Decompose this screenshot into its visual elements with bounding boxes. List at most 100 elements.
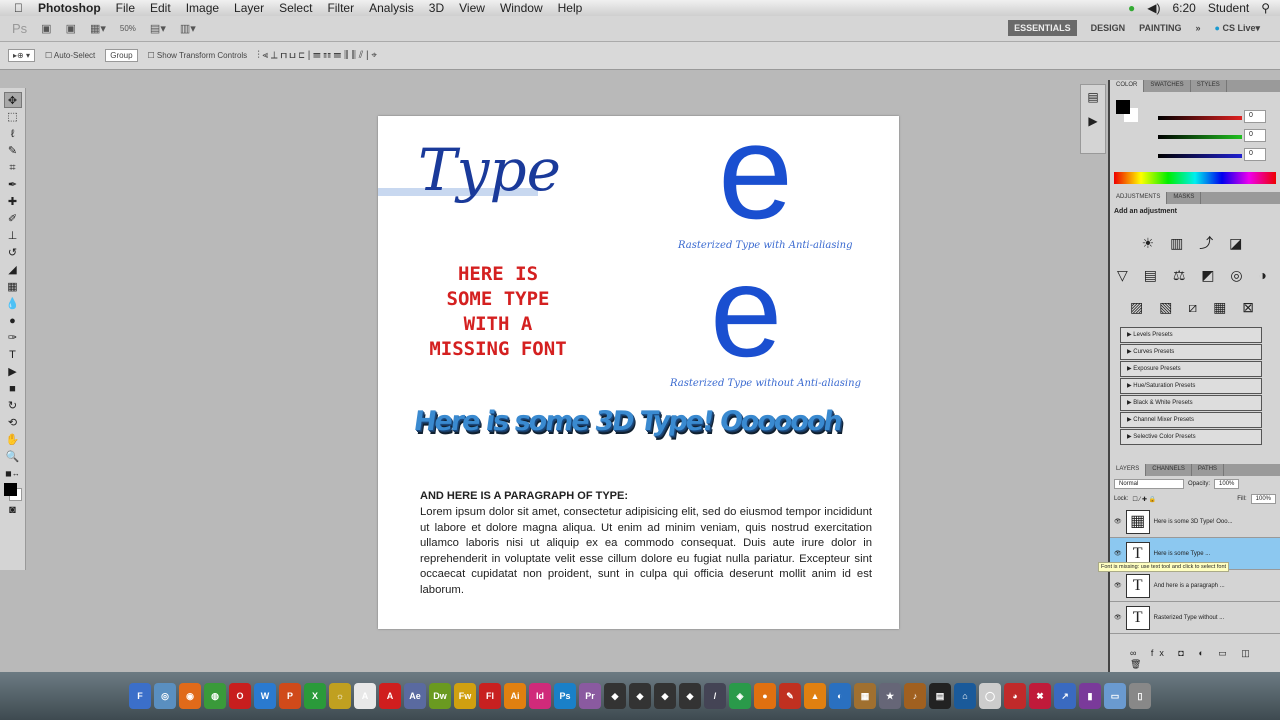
dock-app-icon[interactable]: ✎ — [779, 683, 801, 709]
dock-app-icon[interactable]: X — [304, 683, 326, 709]
stamp-tool-icon[interactable]: ⊥ — [4, 228, 22, 244]
arrange-icon[interactable]: ▤▾ — [150, 22, 166, 35]
menu-view[interactable]: View — [459, 1, 485, 15]
workspace-essentials[interactable]: ESSENTIALS — [1008, 20, 1077, 36]
dock-app-icon[interactable]: Fl — [479, 683, 501, 709]
volume-icon[interactable]: ◀) — [1147, 1, 1160, 15]
apple-icon[interactable]:  — [14, 1, 23, 15]
adjustment-row-3[interactable]: ▨ ▧ ⧄ ▦ ⊠ — [1110, 291, 1280, 323]
blend-mode-select[interactable]: Normal — [1114, 479, 1184, 489]
dock-app-icon[interactable]: ◕ — [1004, 683, 1026, 709]
eye-icon[interactable]: 👁 — [1114, 518, 1122, 525]
layers-footer-icons[interactable]: ∞ fx ◘ ◐ ▭ ◫ 🗑 — [1130, 648, 1280, 670]
hand-tool-icon[interactable]: ✋ — [4, 432, 22, 448]
cs-live-button[interactable]: ● CS Live▾ — [1215, 23, 1261, 34]
tab-color[interactable]: COLOR — [1110, 80, 1145, 92]
user-name[interactable]: Student — [1208, 1, 1249, 15]
marquee-tool-icon[interactable]: ⬚ — [4, 109, 22, 125]
tab-paths[interactable]: PATHS — [1192, 464, 1225, 476]
history-panel-icon[interactable]: ▤ — [1081, 85, 1105, 109]
dock-app-icon[interactable]: P — [279, 683, 301, 709]
menu-select[interactable]: Select — [279, 1, 312, 15]
tab-swatches[interactable]: SWATCHES — [1144, 80, 1191, 92]
dock-app-icon[interactable]: Fw — [454, 683, 476, 709]
menu-edit[interactable]: Edit — [150, 1, 171, 15]
eyedropper-tool-icon[interactable]: ✒ — [4, 177, 22, 193]
value-g[interactable]: 0 — [1244, 129, 1266, 142]
menu-3d[interactable]: 3D — [429, 1, 444, 15]
dock-app-icon[interactable]: A — [354, 683, 376, 709]
pen-tool-icon[interactable]: ✑ — [4, 330, 22, 346]
dock-app-icon[interactable]: W — [254, 683, 276, 709]
show-transform-checkbox[interactable]: ☐ Show Transform Controls — [148, 51, 248, 60]
brush-tool-icon[interactable]: ✐ — [4, 211, 22, 227]
slider-r[interactable] — [1158, 116, 1242, 120]
dock-app-icon[interactable]: Pr — [579, 683, 601, 709]
dock-app-icon[interactable]: Ps — [554, 683, 576, 709]
actions-panel-icon[interactable]: ▶ — [1081, 109, 1105, 133]
blur-tool-icon[interactable]: 💧 — [4, 296, 22, 312]
path-select-tool-icon[interactable]: ▶ — [4, 364, 22, 380]
dock-app-icon[interactable]: ◎ — [154, 683, 176, 709]
eye-icon[interactable]: 👁 — [1114, 614, 1122, 621]
lasso-tool-icon[interactable]: ℓ — [4, 126, 22, 142]
type-tool-icon[interactable]: T — [4, 347, 22, 363]
screen-mode-icon[interactable]: ▥▾ — [180, 22, 196, 35]
dock-app-icon[interactable]: ☼ — [329, 683, 351, 709]
status-green-icon[interactable]: ● — [1128, 1, 1135, 15]
dock-app-icon[interactable]: Ae — [404, 683, 426, 709]
tab-masks[interactable]: MASKS — [1167, 192, 1202, 204]
dock-app-icon[interactable]: ▦ — [854, 683, 876, 709]
layer-row[interactable]: 👁 T And here is a paragraph ... — [1110, 570, 1280, 602]
dock-app-icon[interactable]: Ai — [504, 683, 526, 709]
value-b[interactable]: 0 — [1244, 148, 1266, 161]
workspace-design[interactable]: DESIGN — [1091, 23, 1126, 33]
layer-row[interactable]: 👁 T Rasterized Type without ... — [1110, 602, 1280, 634]
dock-app-icon[interactable]: ▲ — [804, 683, 826, 709]
gradient-tool-icon[interactable]: ▦ — [4, 279, 22, 295]
adjustment-row-2[interactable]: ▽ ▤ ⚖ ◩ ◎ ◑ — [1110, 259, 1280, 291]
dock-app-icon[interactable]: ▭ — [1104, 683, 1126, 709]
eye-icon[interactable]: 👁 — [1114, 550, 1122, 557]
dock-app-icon[interactable]: ↗ — [1054, 683, 1076, 709]
shape-tool-icon[interactable]: ■ — [4, 381, 22, 397]
dock-app-icon[interactable]: ◆ — [654, 683, 676, 709]
dock-app-icon[interactable]: F — [129, 683, 151, 709]
quick-mask-icon[interactable]: ◙ — [4, 502, 22, 518]
menu-help[interactable]: Help — [558, 1, 583, 15]
extras-icon[interactable]: ▦▾ — [90, 22, 106, 35]
auto-select-checkbox[interactable]: ☐ Auto-Select — [45, 51, 95, 60]
crop-tool-icon[interactable]: ⌗ — [4, 160, 22, 176]
dock-app-icon[interactable]: ◆ — [679, 683, 701, 709]
preset-item[interactable]: ▶ Curves Presets — [1120, 344, 1262, 360]
align-icons[interactable]: ⫶ ⫷ ⊥ ⊓ ⊔ ⊏ | ☰ ☷ ☰ ⫼ ⫼ ⫽ | ⌖ — [257, 50, 377, 61]
menu-file[interactable]: File — [116, 1, 135, 15]
preset-item[interactable]: ▶ Channel Mixer Presets — [1120, 412, 1262, 428]
tool-preset-picker[interactable]: ▸⊕ ▾ — [8, 49, 35, 62]
dock-app-icon[interactable]: ◐ — [829, 683, 851, 709]
menu-analysis[interactable]: Analysis — [369, 1, 414, 15]
opacity-field[interactable]: 100% — [1214, 479, 1240, 489]
tab-adjustments[interactable]: ADJUSTMENTS — [1110, 192, 1168, 204]
default-colors-icon[interactable]: ◼↔ — [4, 466, 22, 482]
preset-item[interactable]: ▶ Selective Color Presets — [1120, 429, 1262, 445]
preset-item[interactable]: ▶ Hue/Saturation Presets — [1120, 378, 1262, 394]
preset-item[interactable]: ▶ Levels Presets — [1120, 327, 1262, 343]
preset-item[interactable]: ▶ Exposure Presets — [1120, 361, 1262, 377]
tab-layers[interactable]: LAYERS — [1110, 464, 1147, 476]
slider-g[interactable] — [1158, 135, 1242, 139]
mini-bridge-icon[interactable]: ▣ — [66, 22, 76, 35]
dodge-tool-icon[interactable]: ● — [4, 313, 22, 329]
dock-app-icon[interactable]: ▯ — [1129, 683, 1151, 709]
3d-orbit-tool-icon[interactable]: ⟲ — [4, 415, 22, 431]
color-spectrum[interactable] — [1114, 172, 1276, 184]
auto-select-dropdown[interactable]: Group — [105, 49, 138, 62]
dock-app-icon[interactable]: Dw — [429, 683, 451, 709]
foreground-color-swatch[interactable] — [3, 483, 22, 501]
bridge-icon[interactable]: ▣ — [41, 22, 51, 35]
menu-layer[interactable]: Layer — [234, 1, 264, 15]
tab-styles[interactable]: STYLES — [1191, 80, 1227, 92]
dock-app-icon[interactable]: ◈ — [729, 683, 751, 709]
fg-swatch[interactable] — [1116, 100, 1130, 114]
dock-app-icon[interactable]: ● — [754, 683, 776, 709]
